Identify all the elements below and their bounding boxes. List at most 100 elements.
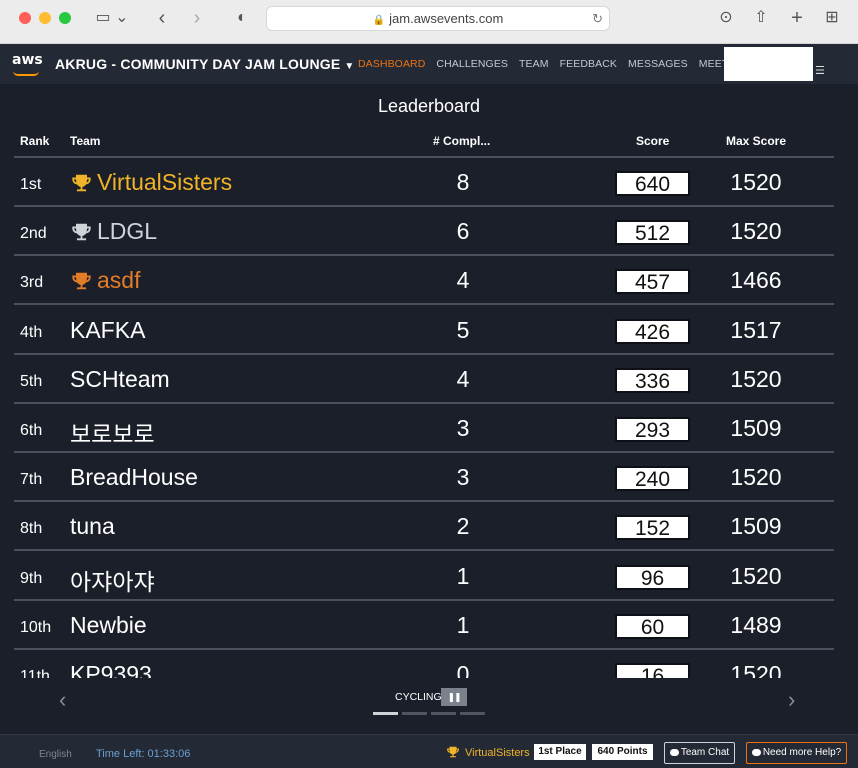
trophy-icon — [72, 174, 91, 191]
completed-cell: 4 — [456, 267, 470, 294]
max-score-cell: 1520 — [730, 218, 782, 245]
score-cell: 426 — [615, 318, 690, 344]
rank-cell: 4th — [20, 323, 43, 341]
address-bar[interactable]: 🔒 jam.awsevents.com ↻ — [266, 6, 610, 31]
team-name: Newbie — [70, 611, 147, 638]
footer-bar: English Time Left: 01:33:06 VirtualSiste… — [0, 734, 858, 768]
leaderboard-row: 5th SCHteam 4 336 1520 — [0, 355, 858, 404]
maximize-window-button[interactable] — [59, 12, 71, 24]
column-rank: Rank — [20, 134, 50, 148]
leaderboard-row: 6th 보로보로 3 293 1509 — [0, 404, 858, 453]
score-cell: 16 — [615, 663, 690, 678]
forward-icon[interactable]: › — [187, 7, 207, 29]
aws-logo[interactable]: aws — [12, 52, 43, 68]
language-selector[interactable]: English — [39, 749, 72, 760]
close-window-button[interactable] — [19, 12, 31, 24]
tab-overview-icon[interactable]: ⊞ — [821, 7, 843, 29]
leaderboard-title: Leaderboard — [377, 96, 481, 116]
team-cell: SCHteam — [70, 366, 170, 393]
next-page-icon[interactable]: › — [788, 687, 795, 713]
download-icon[interactable]: ⊙ — [715, 7, 737, 29]
points-badge: 640 Points — [592, 744, 653, 760]
user-area[interactable] — [724, 47, 813, 81]
completed-cell: 2 — [456, 513, 470, 540]
score-cell: 336 — [615, 367, 690, 393]
team-name: VirtualSisters — [97, 169, 233, 195]
previous-page-icon[interactable]: ‹ — [59, 687, 66, 713]
team-cell: KAFKA — [70, 317, 145, 344]
nav-challenges[interactable]: CHALLENGES — [436, 58, 508, 70]
page-dot[interactable] — [373, 712, 398, 715]
rank-cell: 5th — [20, 372, 43, 390]
column-completed: # Compl... — [433, 134, 491, 148]
event-title: AKRUG - COMMUNITY DAY JAM LOUNGE — [55, 56, 341, 72]
nav-messages[interactable]: MESSAGES — [628, 58, 688, 70]
team-cell: 아쟈아쟈 — [70, 563, 155, 597]
my-team-name: VirtualSisters — [465, 747, 530, 759]
leaderboard-row: 3rd asdf 4 457 1466 — [0, 256, 858, 306]
leaderboard-row: 11th KP9393 0 16 1520 — [0, 650, 858, 678]
nav-dashboard[interactable]: DASHBOARD — [358, 58, 425, 70]
trophy-icon — [72, 272, 91, 290]
rank-cell: 3rd — [20, 274, 44, 292]
reload-icon[interactable]: ↻ — [592, 7, 603, 30]
leaderboard-row: 7th BreadHouse 3 240 1520 — [0, 453, 858, 503]
chat-icon — [751, 749, 761, 756]
team-name: SCHteam — [70, 365, 170, 392]
minimize-window-button[interactable] — [39, 12, 51, 24]
rank-cell: 9th — [20, 569, 43, 587]
score-cell: 293 — [615, 417, 690, 442]
share-icon[interactable]: ⇧ — [750, 7, 772, 29]
sidebar-toggle-icon[interactable]: ▭ ⌄ — [94, 7, 130, 29]
rank-cell: 1st — [20, 176, 42, 193]
aws-logo-smile — [13, 71, 39, 76]
score-cell: 640 — [615, 171, 690, 196]
leaderboard-row: 1st VirtualSisters 8 640 1520 — [0, 158, 858, 207]
team-chat-button[interactable]: Team Chat — [664, 742, 735, 764]
nav-links: DASHBOARD CHALLENGES TEAM FEEDBACK MESSA… — [358, 58, 754, 70]
completed-cell: 5 — [456, 316, 470, 343]
rank-cell: 2nd — [20, 225, 47, 243]
column-score: Score — [636, 134, 670, 148]
completed-cell: 0 — [456, 661, 470, 678]
back-icon[interactable]: ‹ — [152, 7, 172, 29]
rank-cell: 8th — [20, 520, 43, 538]
nav-team[interactable]: TEAM — [519, 58, 549, 70]
score-cell: 152 — [615, 515, 690, 541]
nav-feedback[interactable]: FEEDBACK — [560, 58, 617, 70]
team-name: 아쟈아쟈 — [70, 568, 155, 595]
trophy-icon — [72, 223, 91, 240]
max-score-cell: 1520 — [730, 365, 782, 392]
score-cell: 96 — [615, 564, 690, 590]
completed-cell: 8 — [456, 169, 470, 195]
rank-cell: 7th — [20, 471, 43, 489]
max-score-cell: 1520 — [730, 562, 782, 589]
max-score-cell: 1520 — [730, 169, 782, 195]
browser-toolbar: ▭ ⌄ ‹ › ◐ 🔒 jam.awsevents.com ↻ ⊙ ⇧ + ⊞ — [0, 0, 858, 44]
completed-cell: 3 — [456, 464, 470, 491]
page-dot[interactable] — [402, 712, 427, 715]
max-score-cell: 1520 — [730, 464, 782, 491]
score-cell: 60 — [615, 613, 690, 639]
page-dot[interactable] — [431, 712, 456, 715]
new-tab-icon[interactable]: + — [786, 7, 808, 29]
score-cell: 240 — [615, 466, 690, 492]
max-score-cell: 1489 — [730, 611, 782, 638]
score-cell: 457 — [615, 269, 690, 295]
rank-cell: 6th — [20, 422, 43, 439]
completed-cell: 1 — [456, 611, 470, 638]
max-score-cell: 1517 — [730, 316, 782, 343]
leaderboard-rows: 1st VirtualSisters 8 640 1520 2nd LDGL 6 512 1520… — [0, 158, 858, 678]
privacy-shield-icon[interactable]: ◐ — [232, 7, 252, 29]
column-team: Team — [70, 134, 101, 148]
page-dot[interactable] — [460, 712, 485, 715]
leaderboard-row: 10th Newbie 1 60 1489 — [0, 601, 858, 650]
rank-cell: 11th — [20, 668, 50, 678]
leaderboard-row: 4th KAFKA 5 426 1517 — [0, 306, 858, 355]
help-button[interactable]: Need more Help? — [746, 742, 847, 764]
menu-icon[interactable]: ☰ — [815, 64, 825, 77]
pause-icon[interactable]: ❚❚ — [441, 688, 467, 706]
event-selector[interactable]: AKRUG - COMMUNITY DAY JAM LOUNGE ▼ — [55, 56, 355, 72]
leaderboard-panel: Leaderboard Rank Team # Compl... Score M… — [0, 84, 858, 734]
max-score-cell: 1509 — [730, 513, 782, 540]
